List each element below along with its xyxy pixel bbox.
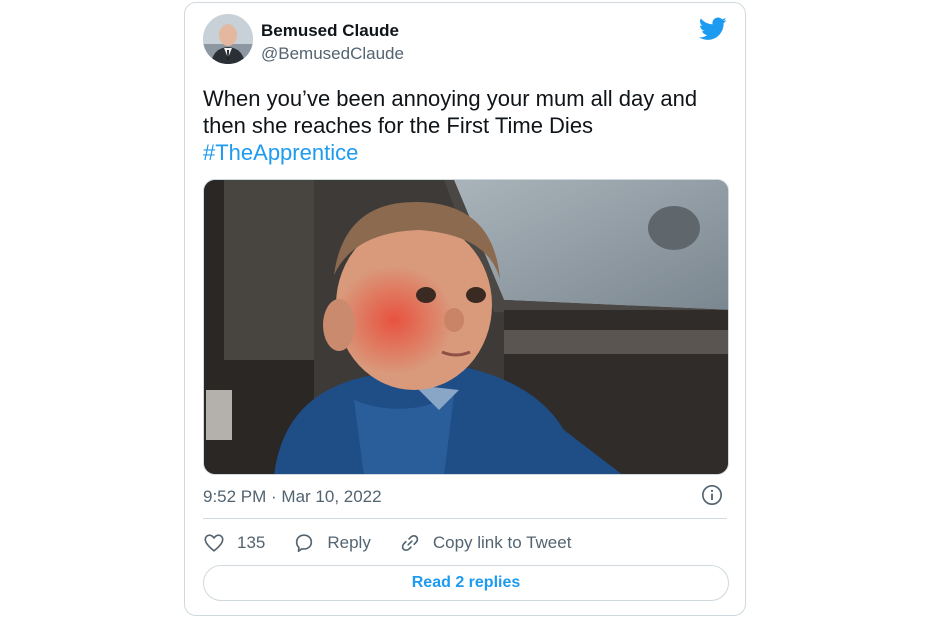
hashtag-link[interactable]: #TheApprentice: [203, 139, 723, 166]
copy-link-button[interactable]: Copy link to Tweet: [399, 532, 572, 554]
like-count: 135: [237, 533, 266, 552]
twitter-bird-icon[interactable]: [699, 17, 727, 41]
heart-icon: [204, 534, 224, 552]
tweet-actions: 135 Reply Copy link to Tweet: [203, 529, 599, 557]
tweet-text: When you’ve been annoying your mum all d…: [203, 85, 723, 166]
tweet-timestamp[interactable]: 9:52 PM · Mar 10, 2022: [203, 487, 382, 507]
like-button[interactable]: 135: [203, 532, 265, 554]
info-icon[interactable]: [701, 484, 723, 506]
avatar[interactable]: [203, 14, 253, 64]
tweet-text-line: When you’ve been annoying your mum all d…: [203, 86, 698, 111]
reply-label: Reply: [327, 533, 371, 552]
speech-bubble-icon: [296, 534, 313, 553]
author-name[interactable]: Bemused Claude: [261, 21, 399, 41]
reply-button[interactable]: Reply: [293, 532, 371, 554]
tweet-photo[interactable]: [203, 179, 729, 475]
tweet-card: Bemused Claude @BemusedClaude When you’v…: [184, 2, 746, 616]
author-handle[interactable]: @BemusedClaude: [261, 44, 404, 64]
copy-link-label: Copy link to Tweet: [432, 533, 572, 552]
tweet-text-line: then she reaches for the First Time Dies: [203, 113, 594, 138]
divider: [203, 518, 727, 519]
link-icon: [401, 534, 419, 552]
read-replies-button[interactable]: Read 2 replies: [203, 565, 729, 601]
